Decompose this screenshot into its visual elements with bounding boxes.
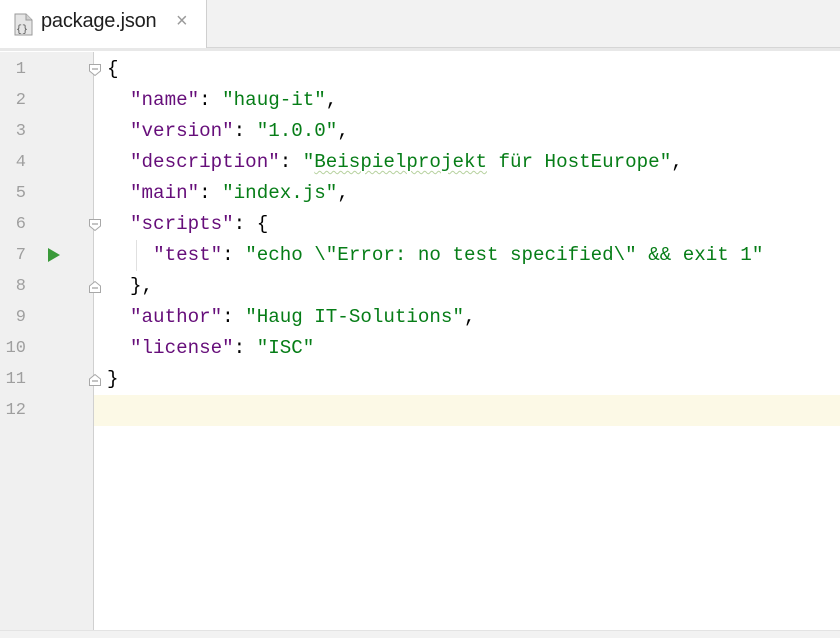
line-number[interactable]: 11: [0, 364, 26, 395]
json-punctuation-token: ,: [671, 151, 683, 173]
editor-bottom-edge: [0, 630, 840, 638]
json-punctuation-token: :: [199, 89, 223, 111]
json-punctuation-token: [107, 151, 130, 173]
current-line-highlight: [94, 395, 840, 426]
json-string-token: "haug-it": [222, 89, 326, 111]
code-line[interactable]: "author": "Haug IT-Solutions",: [107, 302, 475, 333]
json-punctuation-token: },: [107, 275, 154, 297]
json-punctuation-token: ,: [325, 89, 338, 111]
line-number[interactable]: 1: [0, 54, 26, 85]
json-punctuation-token: {: [107, 58, 119, 80]
json-key-token: "author": [130, 306, 223, 328]
json-string-token: "1.0.0": [256, 120, 338, 142]
code-editor[interactable]: { "name": "haug-it", "version": "1.0.0",…: [0, 52, 840, 630]
json-string-token: "index.js": [222, 182, 338, 204]
json-punctuation-token: :: [222, 306, 246, 328]
json-string-token: "Haug IT-Solutions": [245, 306, 464, 328]
fold-close-icon[interactable]: [88, 373, 102, 387]
json-file-icon: {}: [12, 13, 36, 37]
json-string-token: "echo \"Error: no test specified\" && ex…: [245, 244, 764, 266]
run-test-icon[interactable]: [47, 247, 61, 263]
json-key-token: "main": [130, 182, 200, 204]
json-punctuation-token: :: [233, 337, 257, 359]
json-punctuation-token: :: [199, 182, 223, 204]
code-line[interactable]: },: [107, 271, 153, 302]
fold-open-icon[interactable]: [88, 218, 102, 232]
json-punctuation-token: ,: [337, 182, 349, 204]
json-punctuation-token: }: [107, 368, 119, 390]
code-line[interactable]: }: [107, 364, 119, 395]
line-number[interactable]: 9: [0, 302, 26, 333]
json-punctuation-token: [107, 89, 130, 111]
json-string-token: Beispielprojekt: [314, 151, 487, 173]
code-line[interactable]: "scripts": {: [107, 209, 268, 240]
json-key-token: "name": [130, 89, 200, 111]
close-icon[interactable]: ×: [176, 9, 188, 33]
line-number[interactable]: 6: [0, 209, 26, 240]
json-punctuation-token: [107, 306, 130, 328]
json-string-token: "ISC": [256, 337, 315, 359]
json-key-token: "test": [153, 244, 223, 266]
tab-package-json[interactable]: {} package.json ×: [0, 0, 207, 48]
json-key-token: "scripts": [130, 213, 234, 235]
json-string-token: ": [302, 151, 315, 173]
line-number[interactable]: 7: [0, 240, 26, 271]
json-punctuation-token: [107, 337, 130, 359]
json-key-token: "description": [130, 151, 280, 173]
json-punctuation-token: :: [233, 120, 257, 142]
line-number[interactable]: 10: [0, 333, 26, 364]
code-line[interactable]: "license": "ISC": [107, 333, 314, 364]
editor-tab-bar: {} package.json ×: [0, 0, 840, 51]
code-line[interactable]: {: [107, 54, 119, 85]
line-number[interactable]: 12: [0, 395, 26, 426]
line-number[interactable]: 5: [0, 178, 26, 209]
json-punctuation-token: [107, 182, 130, 204]
json-punctuation-token: :: [279, 151, 303, 173]
json-punctuation-token: :: [222, 244, 246, 266]
json-punctuation-token: [107, 120, 130, 142]
json-punctuation-token: [107, 213, 130, 235]
line-number[interactable]: 4: [0, 147, 26, 178]
line-number[interactable]: 3: [0, 116, 26, 147]
json-punctuation-token: ,: [337, 120, 349, 142]
code-line[interactable]: "name": "haug-it",: [107, 85, 337, 116]
svg-text:{}: {}: [16, 24, 28, 36]
code-line[interactable]: "description": "Beispielprojekt für Host…: [107, 147, 683, 178]
json-punctuation-token: ,: [463, 306, 476, 328]
code-line[interactable]: "test": "echo \"Error: no test specified…: [107, 240, 763, 271]
code-line[interactable]: "version": "1.0.0",: [107, 116, 349, 147]
json-key-token: "license": [130, 337, 234, 359]
json-punctuation-token: [107, 244, 153, 266]
fold-open-icon[interactable]: [88, 63, 102, 77]
fold-close-icon[interactable]: [88, 280, 102, 294]
json-string-token: für HostEurope": [486, 151, 672, 173]
code-line[interactable]: "main": "index.js",: [107, 178, 349, 209]
tab-label: package.json: [41, 10, 157, 32]
json-key-token: "version": [130, 120, 234, 142]
line-number[interactable]: 2: [0, 85, 26, 116]
json-punctuation-token: : {: [233, 213, 269, 235]
line-number[interactable]: 8: [0, 271, 26, 302]
